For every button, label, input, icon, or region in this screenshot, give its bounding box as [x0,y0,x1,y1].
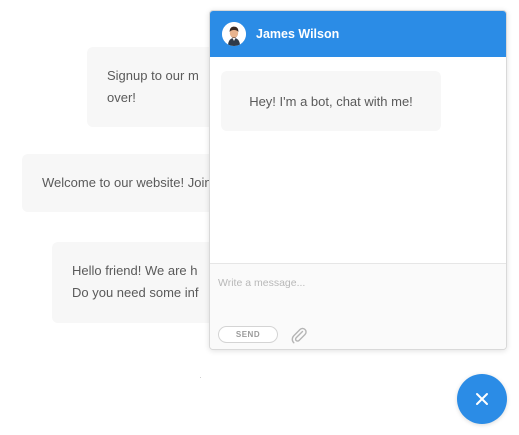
agent-name: James Wilson [256,27,340,41]
page: Signup to our m over! Welcome to our web… [0,0,519,435]
chat-header: James Wilson [210,11,506,57]
chat-launcher-close-button[interactable] [457,374,507,424]
message-input[interactable] [218,272,498,294]
paperclip-icon[interactable] [290,326,308,344]
chat-window: James Wilson Hey! I'm a bot, chat with m… [209,10,507,350]
close-icon [474,391,490,407]
stray-dot [200,377,201,378]
message-list: Hey! I'm a bot, chat with me! [210,57,506,263]
send-button[interactable]: SEND [218,326,278,343]
message-line: Hello friend! We are h [72,263,198,278]
composer: SEND [210,263,506,349]
user-avatar-icon [222,22,246,46]
message-line: Do you need some inf [72,285,199,300]
bot-message: Hey! I'm a bot, chat with me! [221,71,441,131]
